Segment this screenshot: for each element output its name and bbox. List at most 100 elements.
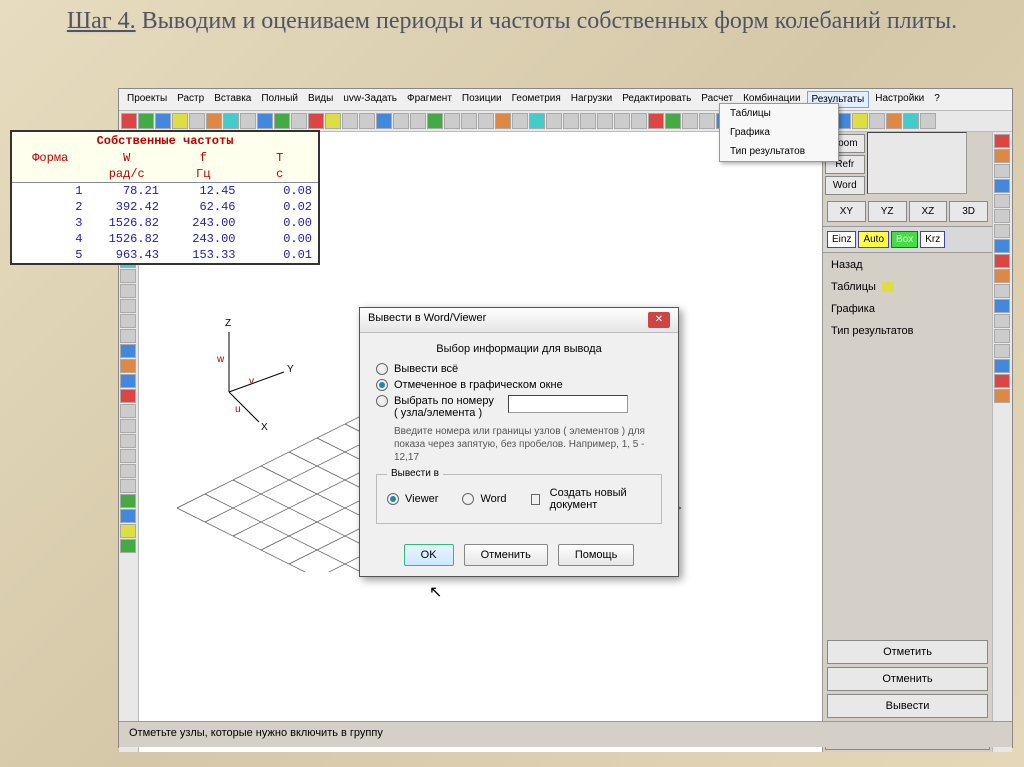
right-tool-icon[interactable] — [994, 359, 1010, 373]
right-tool-icon[interactable] — [994, 209, 1010, 223]
view-3d[interactable]: 3D — [949, 201, 988, 222]
toolbar-icon[interactable] — [393, 113, 409, 129]
toolbar-icon[interactable] — [206, 113, 222, 129]
menu-back[interactable]: Назад — [831, 257, 984, 273]
sel-auto[interactable]: Auto — [858, 231, 889, 248]
sel-box[interactable]: Box — [891, 231, 918, 248]
menu-Нагрузки[interactable]: Нагрузки — [567, 91, 616, 108]
right-tool-icon[interactable] — [994, 179, 1010, 193]
radio-all[interactable] — [376, 363, 388, 375]
left-tool-icon[interactable] — [120, 419, 136, 433]
toolbar-icon[interactable] — [920, 113, 936, 129]
left-tool-icon[interactable] — [120, 464, 136, 478]
menu-Виды[interactable]: Виды — [304, 91, 337, 108]
toolbar-icon[interactable] — [223, 113, 239, 129]
toolbar-icon[interactable] — [410, 113, 426, 129]
dropdown-item[interactable]: Таблицы — [720, 104, 838, 123]
toolbar-icon[interactable] — [478, 113, 494, 129]
menu-Проекты[interactable]: Проекты — [123, 91, 171, 108]
cancel-button[interactable]: Отменить — [464, 544, 548, 566]
left-tool-icon[interactable] — [120, 374, 136, 388]
toolbar-icon[interactable] — [155, 113, 171, 129]
toolbar-icon[interactable] — [121, 113, 137, 129]
toolbar-icon[interactable] — [852, 113, 868, 129]
menu-Растр[interactable]: Растр — [173, 91, 208, 108]
help-button[interactable]: Помощь — [558, 544, 635, 566]
chk-newdoc[interactable] — [531, 494, 540, 505]
toolbar-icon[interactable] — [308, 113, 324, 129]
dropdown-item[interactable]: Графика — [720, 123, 838, 142]
left-tool-icon[interactable] — [120, 344, 136, 358]
mark-button[interactable]: Отметить — [827, 640, 988, 664]
left-tool-icon[interactable] — [120, 314, 136, 328]
menu-Настройки[interactable]: Настройки — [871, 91, 928, 108]
ok-button[interactable]: OK — [404, 544, 454, 566]
toolbar-icon[interactable] — [597, 113, 613, 129]
toolbar-icon[interactable] — [495, 113, 511, 129]
toolbar-icon[interactable] — [665, 113, 681, 129]
right-tool-icon[interactable] — [994, 194, 1010, 208]
menu-resulttype[interactable]: Тип результатов — [831, 323, 984, 339]
left-tool-icon[interactable] — [120, 359, 136, 373]
left-tool-icon[interactable] — [120, 524, 136, 538]
toolbar-icon[interactable] — [869, 113, 885, 129]
menu-tables[interactable]: Таблицы — [831, 279, 984, 295]
right-tool-icon[interactable] — [994, 329, 1010, 343]
sel-einz[interactable]: Einz — [827, 231, 856, 248]
right-tool-icon[interactable] — [994, 284, 1010, 298]
menu-Фрагмент[interactable]: Фрагмент — [403, 91, 456, 108]
toolbar-icon[interactable] — [903, 113, 919, 129]
toolbar-icon[interactable] — [512, 113, 528, 129]
left-tool-icon[interactable] — [120, 494, 136, 508]
radio-viewer[interactable] — [387, 493, 399, 505]
toolbar-icon[interactable] — [172, 113, 188, 129]
right-tool-icon[interactable] — [994, 254, 1010, 268]
view-xz[interactable]: XZ — [909, 201, 948, 222]
left-tool-icon[interactable] — [120, 299, 136, 313]
right-tool-icon[interactable] — [994, 389, 1010, 403]
toolbar-icon[interactable] — [376, 113, 392, 129]
toolbar-icon[interactable] — [699, 113, 715, 129]
left-tool-icon[interactable] — [120, 479, 136, 493]
left-tool-icon[interactable] — [120, 449, 136, 463]
toolbar-icon[interactable] — [563, 113, 579, 129]
dropdown-item[interactable]: Тип результатов — [720, 142, 838, 161]
menu-Позиции[interactable]: Позиции — [458, 91, 506, 108]
toolbar-icon[interactable] — [240, 113, 256, 129]
menu-uvw-Задать[interactable]: uvw-Задать — [339, 91, 401, 108]
menu-Геометрия[interactable]: Геометрия — [508, 91, 565, 108]
right-tool-icon[interactable] — [994, 239, 1010, 253]
menu-?[interactable]: ? — [930, 91, 944, 108]
toolbar-icon[interactable] — [444, 113, 460, 129]
left-tool-icon[interactable] — [120, 329, 136, 343]
right-tool-icon[interactable] — [994, 314, 1010, 328]
menu-Полный[interactable]: Полный — [257, 91, 302, 108]
right-tool-icon[interactable] — [994, 344, 1010, 358]
toolbar-icon[interactable] — [325, 113, 341, 129]
toolbar-icon[interactable] — [257, 113, 273, 129]
left-tool-icon[interactable] — [120, 509, 136, 523]
right-tool-icon[interactable] — [994, 374, 1010, 388]
left-tool-icon[interactable] — [120, 539, 136, 553]
toolbar-icon[interactable] — [682, 113, 698, 129]
view-xy[interactable]: XY — [827, 201, 866, 222]
radio-marked[interactable] — [376, 379, 388, 391]
toolbar-icon[interactable] — [138, 113, 154, 129]
close-icon[interactable]: ✕ — [648, 312, 670, 328]
left-tool-icon[interactable] — [120, 434, 136, 448]
toolbar-icon[interactable] — [648, 113, 664, 129]
right-tool-icon[interactable] — [994, 269, 1010, 283]
toolbar-icon[interactable] — [461, 113, 477, 129]
number-input[interactable] — [508, 395, 628, 413]
right-tool-icon[interactable] — [994, 149, 1010, 163]
toolbar-icon[interactable] — [427, 113, 443, 129]
unmark-button[interactable]: Отменить — [827, 667, 988, 691]
toolbar-icon[interactable] — [529, 113, 545, 129]
toolbar-icon[interactable] — [546, 113, 562, 129]
toolbar-icon[interactable] — [359, 113, 375, 129]
right-tool-icon[interactable] — [994, 134, 1010, 148]
toolbar-icon[interactable] — [274, 113, 290, 129]
toolbar-icon[interactable] — [189, 113, 205, 129]
menu-Редактировать[interactable]: Редактировать — [618, 91, 695, 108]
toolbar-icon[interactable] — [886, 113, 902, 129]
